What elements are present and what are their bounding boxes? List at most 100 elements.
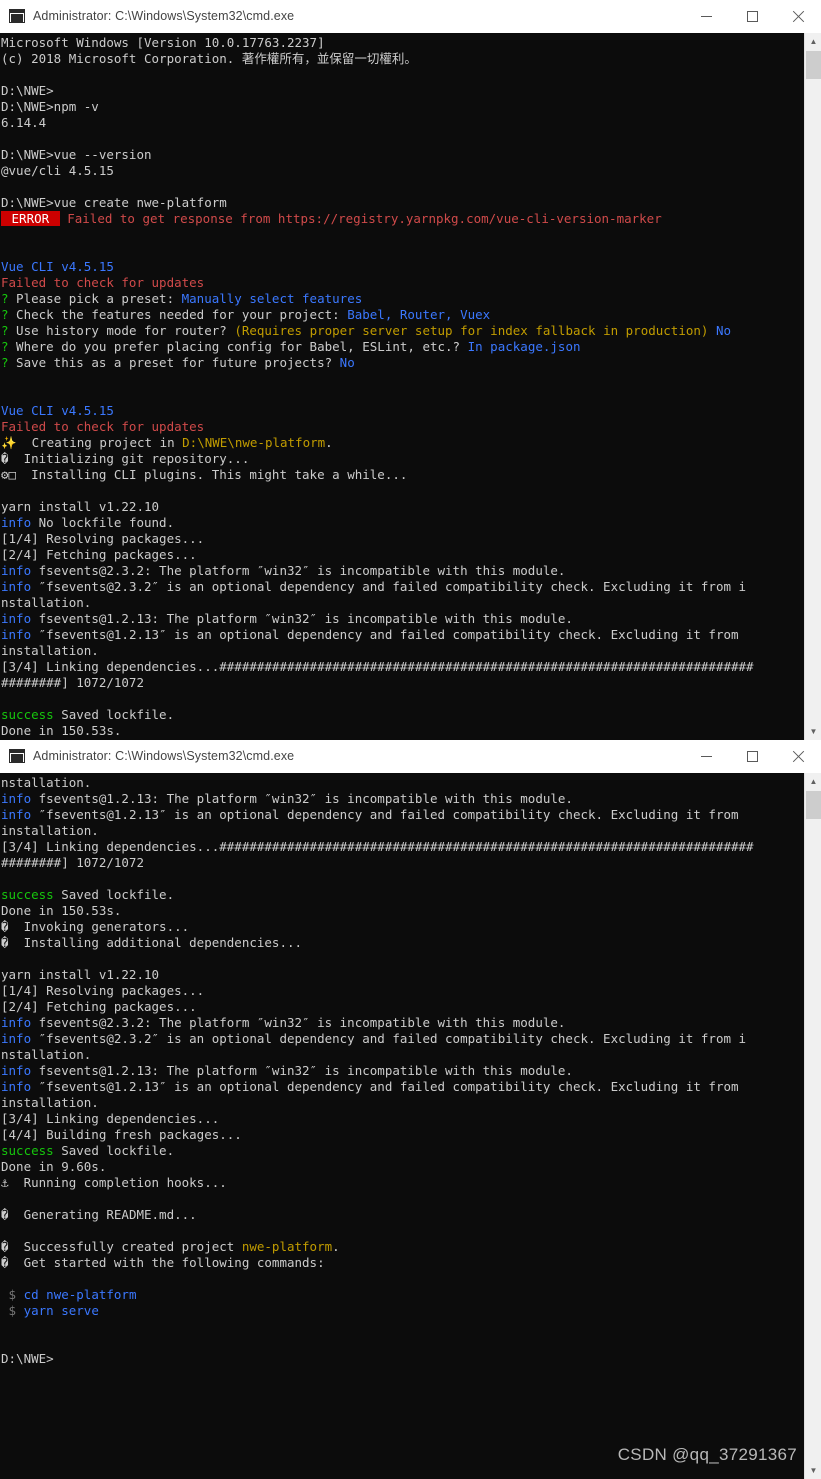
console-text: Babel, Router, Vuex — [347, 307, 491, 322]
console-line: 6.14.4 — [1, 115, 804, 131]
scrollbar-thumb[interactable] — [806, 51, 821, 79]
console-line: D:\NWE>vue create nwe-platform — [1, 195, 804, 211]
scroll-up-icon[interactable]: ▲ — [805, 773, 821, 790]
console-text: Creating project in — [16, 435, 183, 450]
console-line: ✨ Creating project in D:\NWE\nwe-platfor… — [1, 435, 804, 451]
minimize-button[interactable] — [683, 0, 729, 32]
console-line: [3/4] Linking dependencies...###########… — [1, 839, 804, 855]
console-text: Check the features needed for your proje… — [8, 307, 348, 322]
console-line: Done in 150.53s. — [1, 903, 804, 919]
console-text: Save this as a preset for future project… — [8, 355, 340, 370]
console-text: [4/4] Building fresh packages... — [1, 1127, 242, 1142]
maximize-icon — [746, 750, 758, 762]
console-text: yarn install v1.22.10 — [1, 499, 160, 514]
scroll-down-icon[interactable]: ▼ — [805, 1462, 821, 1479]
console-text: Get started with the following commands: — [8, 1255, 325, 1270]
console-text: nstallation. — [1, 775, 92, 790]
console-line: $ cd nwe-platform — [1, 1287, 804, 1303]
console-text: ? — [1, 339, 9, 354]
titlebar-top[interactable]: Administrator: C:\Windows\System32\cmd.e… — [0, 0, 821, 33]
console-text: ERROR — [1, 211, 60, 226]
console-line: info ″fsevents@1.2.13″ is an optional de… — [1, 807, 804, 823]
console-text: fsevents@1.2.13: The platform ″win32″ is… — [31, 611, 573, 626]
console-text: Done in 150.53s. — [1, 723, 122, 738]
console-text: ? — [1, 307, 9, 322]
cmd-window-top: Administrator: C:\Windows\System32\cmd.e… — [0, 0, 821, 740]
console-line: Vue CLI v4.5.15 — [1, 259, 804, 275]
console-text: � — [1, 1239, 9, 1254]
console-text: info — [1, 1079, 32, 1094]
close-button[interactable] — [775, 0, 821, 32]
console-text: ? — [1, 323, 9, 338]
minimize-icon — [700, 15, 712, 17]
console-text: � — [1, 451, 9, 466]
console-line: (c) 2018 Microsoft Corporation. 著作權所有，並保… — [1, 51, 804, 67]
console-text: Successfully created project — [8, 1239, 242, 1254]
console-line: info ″fsevents@2.3.2″ is an optional dep… — [1, 1031, 804, 1047]
console-area-top: Microsoft Windows [Version 10.0.17763.22… — [0, 33, 821, 740]
scrollbar-bottom[interactable]: ▲ ▼ — [804, 773, 821, 1479]
console-line: [3/4] Linking dependencies...###########… — [1, 659, 804, 675]
scrollbar-thumb[interactable] — [806, 791, 821, 819]
console-line: Done in 150.53s. — [1, 723, 804, 739]
console-text: Failed to check for updates — [1, 275, 205, 290]
console-line: Failed to check for updates — [1, 275, 804, 291]
console-line: Vue CLI v4.5.15 — [1, 403, 804, 419]
console-text: [3/4] Linking dependencies... — [1, 1111, 220, 1126]
console-text: No lockfile found. — [31, 515, 175, 530]
console-text: Where do you prefer placing config for B… — [8, 339, 468, 354]
console-line: info fsevents@2.3.2: The platform ″win32… — [1, 563, 804, 579]
scroll-up-icon[interactable]: ▲ — [805, 33, 821, 50]
console-text: Done in 9.60s. — [1, 1159, 107, 1174]
console-text: info — [1, 807, 32, 822]
console-text: 6.14.4 — [1, 115, 47, 130]
console-text: cd nwe-platform — [23, 1287, 137, 1302]
console-text: ″fsevents@2.3.2″ is an optional dependen… — [31, 579, 747, 594]
console-output-bottom[interactable]: nstallation. info fsevents@1.2.13: The pl… — [0, 773, 804, 1479]
scroll-down-icon[interactable]: ▼ — [805, 723, 821, 740]
console-text: installation. — [1, 823, 99, 838]
console-text: Installing CLI plugins. This might take … — [16, 467, 408, 482]
console-text: � — [1, 935, 9, 950]
minimize-button[interactable] — [683, 740, 729, 772]
desktop-screenshot: Administrator: C:\Windows\System32\cmd.e… — [0, 0, 821, 1479]
maximize-button[interactable] — [729, 740, 775, 772]
console-line: info fsevents@2.3.2: The platform ″win32… — [1, 1015, 804, 1031]
console-line: Failed to check for updates — [1, 419, 804, 435]
console-line: installation. — [1, 1095, 804, 1111]
console-text: . — [325, 435, 333, 450]
console-line: Microsoft Windows [Version 10.0.17763.22… — [1, 35, 804, 51]
console-line: installation. — [1, 643, 804, 659]
console-text: fsevents@2.3.2: The platform ″win32″ is … — [31, 563, 566, 578]
csdn-watermark: CSDN @qq_37291367 — [617, 1445, 797, 1464]
console-line: [3/4] Linking dependencies... — [1, 1111, 804, 1127]
console-text: (Requires proper server setup for index … — [234, 323, 709, 338]
console-text: nstallation. — [1, 1047, 92, 1062]
console-text: info — [1, 627, 32, 642]
console-text: ########] 1072/1072 — [1, 675, 144, 690]
console-text: $ — [1, 1303, 17, 1318]
scrollbar-top[interactable]: ▲ ▼ — [804, 33, 821, 740]
close-button[interactable] — [775, 740, 821, 772]
console-text: Generating README.md... — [8, 1207, 197, 1222]
console-line: info No lockfile found. — [1, 515, 804, 531]
console-line: ########] 1072/1072 — [1, 675, 804, 691]
console-text: success — [1, 1143, 54, 1158]
window-controls-top — [683, 0, 821, 32]
console-text: [2/4] Fetching packages... — [1, 999, 197, 1014]
console-output-top[interactable]: Microsoft Windows [Version 10.0.17763.22… — [0, 33, 804, 740]
console-line: nstallation. — [1, 595, 804, 611]
maximize-button[interactable] — [729, 0, 775, 32]
console-text: Saved lockfile. — [53, 707, 175, 722]
titlebar-bottom[interactable]: Administrator: C:\Windows\System32\cmd.e… — [0, 740, 821, 773]
